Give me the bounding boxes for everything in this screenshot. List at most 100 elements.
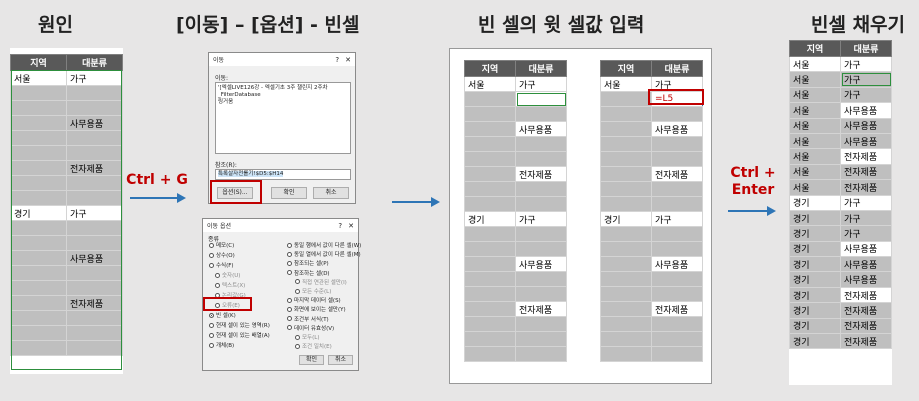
ok-button[interactable]: 확인 bbox=[271, 187, 307, 199]
cell-region[interactable] bbox=[600, 286, 652, 302]
radio-icon[interactable] bbox=[209, 262, 214, 268]
option-radio-right[interactable]: 참조되는 셀(P) bbox=[287, 259, 329, 267]
cell-region[interactable]: 서울 bbox=[789, 86, 841, 104]
cell-category[interactable]: 사무용품 bbox=[840, 102, 892, 119]
cell-region[interactable]: 경기 bbox=[789, 271, 841, 288]
help-icon[interactable]: ? bbox=[338, 222, 342, 230]
cell-category[interactable] bbox=[515, 196, 567, 212]
cell-category[interactable] bbox=[651, 151, 703, 167]
cell-category[interactable]: 사무용품 bbox=[840, 132, 892, 150]
cell-category[interactable]: 전자제품 bbox=[840, 317, 892, 335]
cell-region[interactable]: 경기 bbox=[789, 302, 841, 319]
cell-region[interactable] bbox=[600, 301, 652, 317]
goto-list-item[interactable]: _FilterDatabase bbox=[218, 92, 348, 99]
cell-category[interactable] bbox=[651, 346, 703, 362]
cell-category[interactable]: 사무용품 bbox=[515, 121, 567, 137]
option-radio-right[interactable]: 데이터 유효성(V) bbox=[287, 324, 334, 332]
option-radio-left[interactable]: 수식(F) bbox=[209, 261, 234, 269]
cell-category[interactable] bbox=[515, 106, 567, 122]
cell-region[interactable] bbox=[600, 166, 652, 182]
radio-icon[interactable] bbox=[287, 297, 292, 303]
radio-icon[interactable] bbox=[287, 251, 292, 257]
cell-category[interactable] bbox=[651, 226, 703, 242]
cell-category[interactable]: 전자제품 bbox=[840, 163, 892, 181]
goto-list-item[interactable]: '[엑셀LIVE126강 - 엑셀기초 3주 챌린지 2주차 bbox=[218, 85, 348, 92]
goto-list[interactable]: '[엑셀LIVE126강 - 엑셀기초 3주 챌린지 2주차 _FilterDa… bbox=[215, 82, 351, 154]
cell-region[interactable] bbox=[600, 316, 652, 332]
cell-category[interactable] bbox=[651, 271, 703, 287]
cell-region[interactable] bbox=[600, 256, 652, 272]
cell-region[interactable]: 서울 bbox=[789, 55, 841, 73]
cell-region[interactable] bbox=[600, 196, 652, 212]
cell-region[interactable] bbox=[464, 316, 516, 332]
option-radio-left[interactable]: 현재 셀이 있는 배열(A) bbox=[209, 331, 270, 339]
cell-category[interactable] bbox=[515, 331, 567, 347]
cell-region[interactable]: 경기 bbox=[789, 256, 841, 273]
cell-region[interactable] bbox=[464, 256, 516, 272]
cell-category[interactable]: 사무용품 bbox=[651, 121, 703, 137]
cell-category[interactable]: 전자제품 bbox=[840, 333, 892, 350]
cell-category[interactable] bbox=[651, 316, 703, 332]
cell-region[interactable] bbox=[464, 151, 516, 167]
cell-region[interactable] bbox=[464, 166, 516, 182]
cell-category[interactable] bbox=[651, 106, 703, 122]
cell-region[interactable]: 경기 bbox=[789, 209, 841, 227]
cell-category[interactable] bbox=[651, 331, 703, 347]
cell-region[interactable] bbox=[464, 226, 516, 242]
cell-category[interactable] bbox=[651, 181, 703, 197]
cell-region[interactable]: 서울 bbox=[789, 117, 841, 134]
cell-region[interactable]: 서울 bbox=[789, 163, 841, 181]
option-radio-left[interactable]: 텍스트(X) bbox=[215, 281, 245, 289]
radio-icon[interactable] bbox=[287, 325, 292, 331]
option-radio-right[interactable]: 모두(L) bbox=[295, 333, 319, 341]
cell-category[interactable]: 전자제품 bbox=[515, 166, 567, 182]
help-icon[interactable]: ? bbox=[335, 56, 339, 64]
cancel-button[interactable]: 취소 bbox=[313, 187, 349, 199]
radio-icon[interactable] bbox=[295, 343, 300, 349]
special-ok-button[interactable]: 확인 bbox=[299, 355, 324, 365]
cell-category[interactable] bbox=[515, 151, 567, 167]
radio-icon[interactable] bbox=[287, 270, 292, 276]
option-radio-right[interactable]: 동일 행에서 값이 다른 셀(W) bbox=[287, 241, 361, 249]
cell-category[interactable]: 사무용품 bbox=[651, 256, 703, 272]
cell-category[interactable] bbox=[515, 286, 567, 302]
cell-category[interactable] bbox=[515, 241, 567, 257]
option-radio-left[interactable]: 숫자(U) bbox=[215, 271, 240, 279]
radio-icon[interactable] bbox=[209, 322, 214, 328]
cell-category[interactable]: 가구 bbox=[840, 71, 892, 88]
cell-category[interactable] bbox=[515, 136, 567, 152]
cell-category[interactable] bbox=[651, 196, 703, 212]
option-radio-left[interactable]: 개체(B) bbox=[209, 341, 234, 349]
cell-region[interactable] bbox=[600, 331, 652, 347]
radio-icon[interactable] bbox=[287, 242, 292, 248]
radio-icon[interactable] bbox=[295, 334, 300, 340]
cell-region[interactable]: 경기 bbox=[789, 240, 841, 258]
option-radio-right[interactable]: 직접 연관된 셀만(I) bbox=[295, 278, 347, 286]
cell-region[interactable]: 경기 bbox=[789, 286, 841, 304]
radio-icon[interactable] bbox=[215, 272, 220, 278]
cell-region[interactable] bbox=[600, 271, 652, 287]
cell-region[interactable]: 서울 bbox=[600, 76, 652, 92]
cell-region[interactable] bbox=[464, 271, 516, 287]
cell-category[interactable] bbox=[515, 271, 567, 287]
option-radio-right[interactable]: 화면에 보이는 셀만(Y) bbox=[287, 305, 346, 313]
radio-icon[interactable] bbox=[209, 342, 214, 348]
radio-icon[interactable] bbox=[209, 252, 214, 258]
cell-category[interactable] bbox=[515, 226, 567, 242]
cell-category[interactable]: 전자제품 bbox=[840, 286, 892, 304]
cell-region[interactable]: 경기 bbox=[789, 333, 841, 350]
cell-region[interactable] bbox=[600, 241, 652, 257]
cell-category[interactable] bbox=[515, 181, 567, 197]
cell-region[interactable] bbox=[600, 91, 652, 107]
cell-category[interactable]: 전자제품 bbox=[840, 302, 892, 319]
cell-category[interactable]: 전자제품 bbox=[651, 301, 703, 317]
cell-category[interactable] bbox=[651, 136, 703, 152]
option-radio-right[interactable]: 모든 수준(L) bbox=[295, 287, 331, 295]
cell-region[interactable] bbox=[600, 121, 652, 137]
cell-category[interactable]: 사무용품 bbox=[840, 117, 892, 134]
cell-region[interactable]: 서울 bbox=[789, 132, 841, 150]
cell-category[interactable]: 가구 bbox=[840, 225, 892, 242]
cell-region[interactable] bbox=[464, 286, 516, 302]
option-radio-left[interactable]: 메모(C) bbox=[209, 241, 234, 249]
special-cancel-button[interactable]: 취소 bbox=[328, 355, 353, 365]
